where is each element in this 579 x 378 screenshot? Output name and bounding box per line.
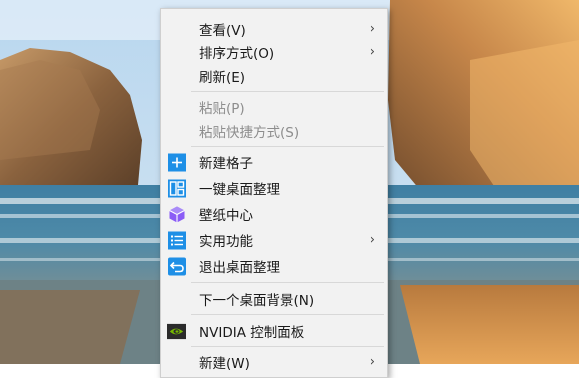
menu-item-label: 新建(W): [199, 356, 250, 372]
menu-item-new-fence[interactable]: 新建格子: [161, 149, 387, 175]
menu-item-refresh[interactable]: 刷新(E): [161, 63, 387, 89]
list-icon: [167, 231, 186, 250]
menu-separator: [191, 91, 384, 92]
menu-item-label: 实用功能: [199, 234, 253, 250]
nvidia-logo-icon: [167, 322, 186, 341]
menu-item-new[interactable]: 新建(W) ›: [161, 349, 387, 375]
menu-item-label: NVIDIA 控制面板: [199, 325, 305, 341]
layout-grid-icon: [167, 179, 186, 198]
menu-item-label: 查看(V): [199, 23, 246, 39]
desktop-context-menu: 查看(V) › 排序方式(O) › 刷新(E) 粘贴(P) 粘贴快捷方式(S) …: [160, 8, 388, 378]
menu-separator: [191, 282, 384, 283]
menu-item-nvidia-control-panel[interactable]: NVIDIA 控制面板: [161, 318, 387, 344]
menu-item-label: 粘贴快捷方式(S): [199, 125, 300, 141]
menu-item-label: 刷新(E): [199, 70, 246, 86]
menu-separator: [191, 314, 384, 315]
menu-item-next-background[interactable]: 下一个桌面背景(N): [161, 286, 387, 312]
plus-square-icon: [167, 153, 186, 172]
return-arrow-icon: [167, 257, 186, 276]
menu-item-label: 新建格子: [199, 156, 253, 172]
menu-item-label: 下一个桌面背景(N): [199, 293, 315, 309]
chevron-right-icon: ›: [369, 354, 375, 370]
menu-item-paste-shortcut: 粘贴快捷方式(S): [161, 118, 387, 144]
menu-item-label: 排序方式(O): [199, 46, 275, 62]
menu-item-label: 壁纸中心: [199, 208, 253, 224]
menu-item-utilities[interactable]: 实用功能 ›: [161, 227, 387, 253]
chevron-right-icon: ›: [369, 44, 375, 60]
menu-item-paste: 粘贴(P): [161, 94, 387, 120]
menu-item-sort-by[interactable]: 排序方式(O) ›: [161, 39, 387, 65]
menu-item-label: 一键桌面整理: [199, 182, 280, 198]
menu-separator: [191, 146, 384, 147]
menu-item-one-click-organize[interactable]: 一键桌面整理: [161, 175, 387, 201]
menu-separator: [191, 346, 384, 347]
menu-item-label: 退出桌面整理: [199, 260, 280, 276]
menu-item-wallpaper-center[interactable]: 壁纸中心: [161, 201, 387, 227]
menu-item-label: 粘贴(P): [199, 101, 245, 117]
menu-item-exit-organize[interactable]: 退出桌面整理: [161, 253, 387, 279]
chevron-right-icon: ›: [369, 232, 375, 248]
cube-icon: [167, 205, 186, 224]
chevron-right-icon: ›: [369, 21, 375, 37]
